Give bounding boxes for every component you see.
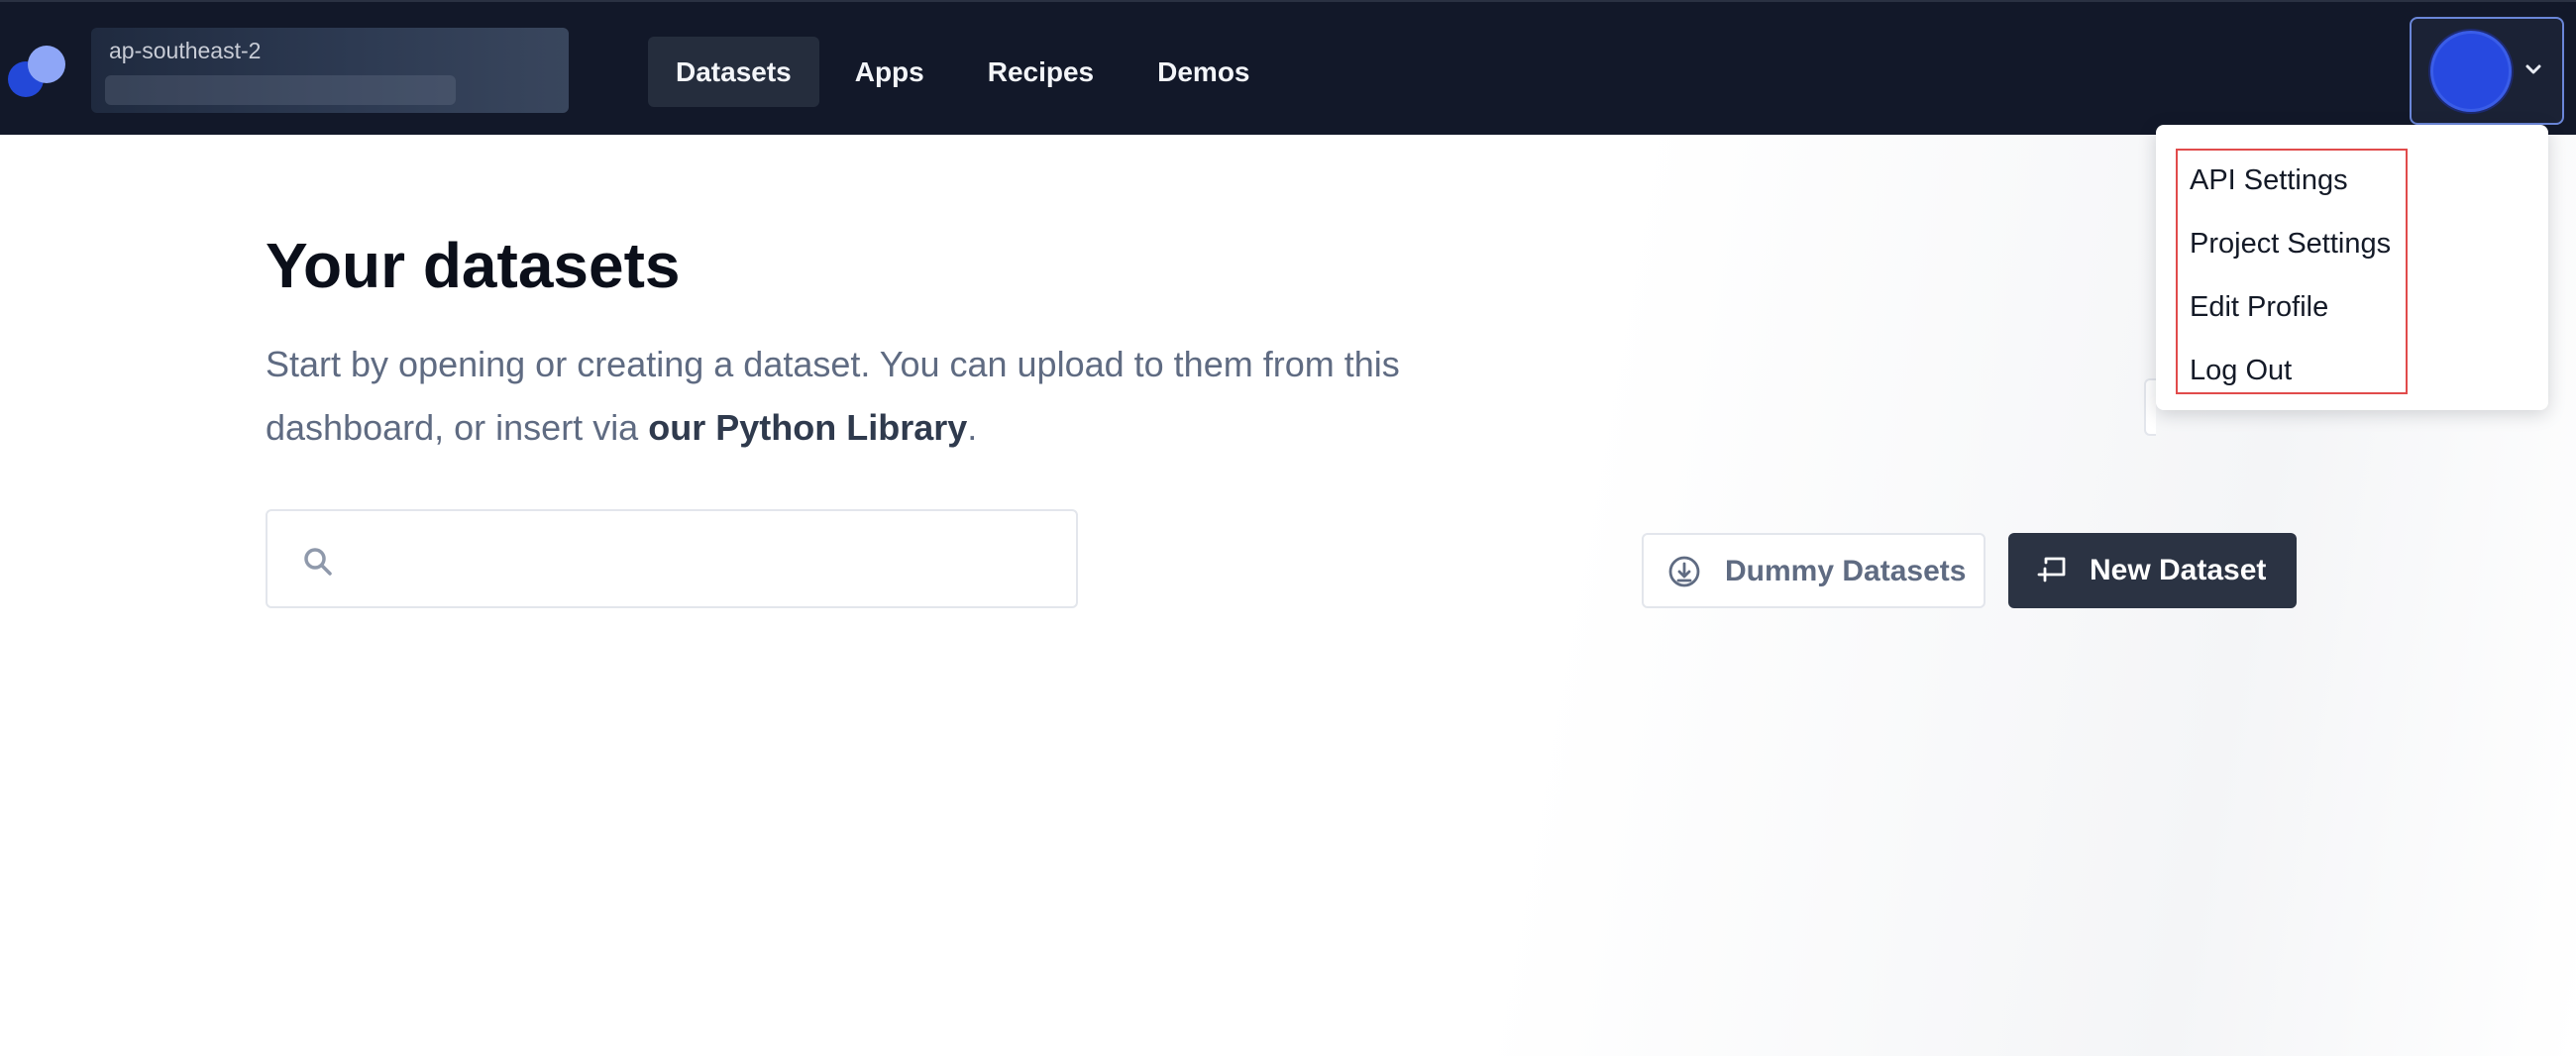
search-icon [304,548,332,576]
dummy-datasets-label: Dummy Datasets [1725,555,1967,587]
menu-items-group: API Settings Project Settings Edit Profi… [2176,149,2408,394]
new-dataset-button[interactable]: New Dataset [2008,533,2297,608]
menu-item-edit-profile[interactable]: Edit Profile [2190,287,2328,327]
account-dropdown-menu: API Settings Project Settings Edit Profi… [2156,125,2548,410]
main-nav: Datasets Apps Recipes Demos [648,37,1278,107]
region-selector[interactable]: ap-southeast-2 [91,28,569,113]
app-logo[interactable] [8,44,65,99]
download-circle-icon [1668,556,1700,587]
intro-text: Start by opening or creating a dataset. … [266,333,1534,460]
nav-demos[interactable]: Demos [1129,37,1277,107]
nav-datasets[interactable]: Datasets [648,37,819,107]
redacted-project-name [105,75,456,105]
intro-end: . [967,407,978,448]
avatar [2433,34,2509,109]
python-library-link[interactable]: our Python Library [648,407,967,448]
partial-hidden-button[interactable] [2144,378,2156,436]
region-name: ap-southeast-2 [109,38,262,63]
dummy-datasets-button[interactable]: Dummy Datasets [1642,533,1986,608]
menu-item-log-out[interactable]: Log Out [2190,351,2292,390]
chevron-down-icon [2525,64,2541,74]
nav-apps[interactable]: Apps [827,37,952,107]
menu-item-project-settings[interactable]: Project Settings [2190,224,2391,264]
menu-item-api-settings[interactable]: API Settings [2190,160,2348,200]
page-title: Your datasets [266,230,681,301]
new-dataset-icon [2037,557,2066,582]
dataset-search-input[interactable] [266,509,1078,608]
nav-recipes[interactable]: Recipes [960,37,1122,107]
top-navbar: ap-southeast-2 Datasets Apps Recipes Dem… [0,0,2576,135]
account-menu-button[interactable] [2410,17,2564,125]
new-dataset-label: New Dataset [2090,554,2267,586]
